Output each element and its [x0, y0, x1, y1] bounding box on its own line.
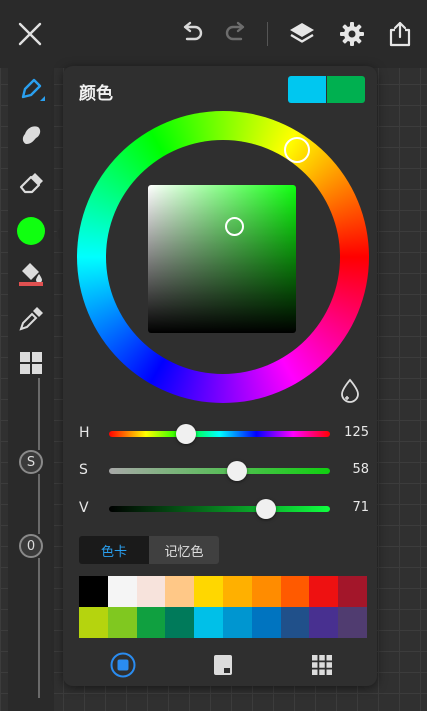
grid-icon[interactable] [16, 348, 46, 378]
size-label: S [26, 454, 36, 470]
palette-swatch[interactable] [338, 576, 367, 607]
value-slider-row: V 71 [63, 495, 377, 523]
close-icon[interactable] [14, 18, 46, 50]
saturation-slider-track[interactable] [109, 468, 330, 474]
opacity-slider-track-bottom[interactable] [38, 558, 40, 698]
palette-swatch[interactable] [79, 607, 108, 638]
tool-sidebar: S 0 [8, 68, 63, 711]
palette-swatch[interactable] [280, 607, 310, 638]
palette-tabs: 色卡 记忆色 [79, 536, 219, 564]
previous-color-swatch[interactable] [327, 76, 365, 103]
saturation-slider-row: S 58 [63, 457, 377, 485]
panel-pointer [54, 226, 63, 242]
palette-swatch[interactable] [222, 576, 252, 607]
opacity-slider-handle[interactable]: 0 [19, 534, 43, 558]
palette-swatch[interactable] [107, 576, 137, 607]
hue-value: 125 [344, 425, 369, 440]
palette-swatch[interactable] [309, 607, 339, 638]
palette-swatch[interactable] [251, 607, 281, 638]
hue-label: H [79, 425, 90, 441]
tab-memory-colors[interactable]: 记忆色 [149, 536, 219, 564]
color-palette-grid [79, 576, 367, 638]
palette-swatch[interactable] [338, 607, 367, 638]
saturation-label: S [79, 462, 88, 478]
hue-slider-knob[interactable] [175, 424, 196, 444]
undo-icon[interactable] [176, 18, 208, 50]
settings-icon[interactable] [336, 18, 368, 50]
palette-swatch[interactable] [136, 576, 166, 607]
palette-swatch[interactable] [251, 576, 281, 607]
palette-swatch[interactable] [194, 607, 223, 638]
size-slider-track-top[interactable] [38, 378, 40, 450]
palette-square-icon[interactable] [109, 651, 137, 679]
add-color-drop-icon[interactable] [339, 378, 361, 404]
share-icon[interactable] [384, 18, 416, 50]
saturation-slider-knob[interactable] [227, 461, 248, 481]
hue-ring-handle[interactable] [284, 137, 310, 163]
hue-slider-track[interactable] [109, 431, 330, 437]
sv-handle[interactable] [225, 217, 244, 236]
panel-title: 颜色 [79, 84, 113, 104]
active-color-swatch [17, 217, 45, 245]
palette-swatch[interactable] [107, 607, 137, 638]
swatch-card-icon[interactable] [209, 651, 237, 679]
opacity-slider-track-top[interactable] [38, 520, 40, 534]
color-panel: 颜色 H 125 S 58 V 71 色卡 记忆色 [63, 66, 377, 686]
smudge-icon[interactable] [16, 120, 46, 150]
grid-palette-icon[interactable] [308, 651, 336, 679]
palette-swatch[interactable] [136, 607, 166, 638]
opacity-label: 0 [26, 538, 36, 554]
saturation-value: 58 [352, 462, 369, 477]
top-toolbar [0, 0, 427, 68]
value-slider-track[interactable] [109, 506, 330, 512]
current-color-swatch[interactable] [288, 76, 326, 103]
size-slider-handle[interactable]: S [19, 450, 43, 474]
value-label: V [79, 500, 89, 516]
palette-swatch[interactable] [280, 576, 310, 607]
palette-swatch[interactable] [165, 576, 195, 607]
hue-slider-row: H 125 [63, 420, 377, 448]
saturation-value-square[interactable] [148, 185, 296, 333]
palette-swatch[interactable] [79, 576, 108, 607]
redo-icon[interactable] [220, 18, 252, 50]
layers-icon[interactable] [286, 18, 318, 50]
pen-icon[interactable] [16, 74, 46, 104]
fill-bucket-icon[interactable] [16, 258, 46, 288]
toolbar-divider [267, 22, 268, 46]
palette-swatch[interactable] [194, 576, 223, 607]
color-icon[interactable] [16, 216, 46, 246]
palette-swatch[interactable] [165, 607, 195, 638]
value-value: 71 [352, 500, 369, 515]
palette-swatch[interactable] [309, 576, 339, 607]
eyedropper-icon[interactable] [16, 304, 46, 334]
size-slider-track-bottom[interactable] [38, 474, 40, 520]
eraser-icon[interactable] [16, 168, 46, 198]
tab-color-card[interactable]: 色卡 [79, 536, 149, 564]
palette-swatch[interactable] [222, 607, 252, 638]
value-slider-knob[interactable] [255, 499, 276, 519]
